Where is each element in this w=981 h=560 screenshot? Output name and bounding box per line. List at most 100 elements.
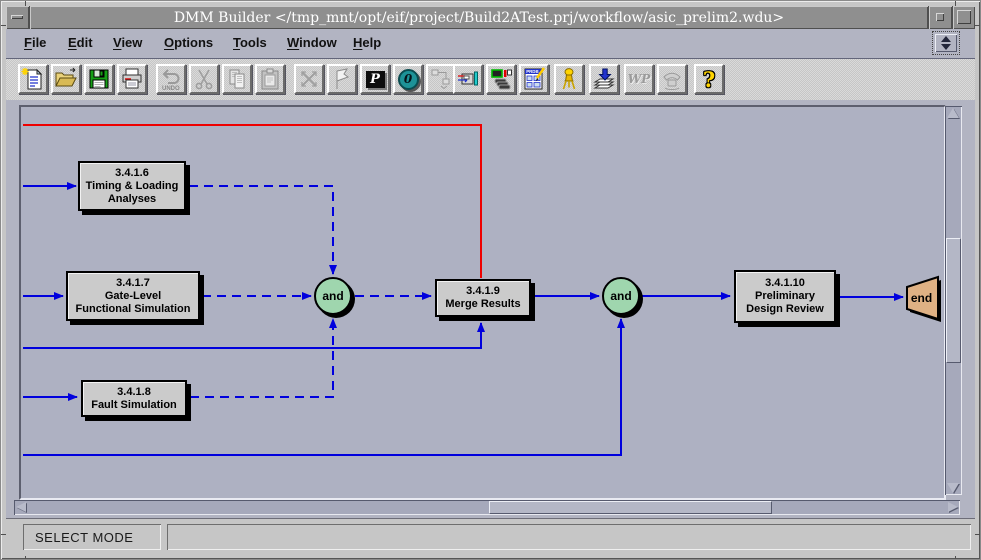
menu-edit[interactable]: Edit	[68, 35, 93, 50]
cut-button[interactable]	[189, 64, 219, 94]
titlebar: DMM Builder </tmp_mnt/opt/eif/project/Bu…	[6, 6, 975, 29]
scroll-right-arrow-icon[interactable]	[948, 502, 958, 512]
open-button[interactable]	[51, 64, 81, 94]
frame-notch	[975, 25, 980, 26]
task-label: Gate-Level	[105, 290, 161, 303]
arrow-down-icon	[941, 44, 951, 50]
copy-button[interactable]	[222, 64, 252, 94]
menubar: File Edit View Options Tools Window Help	[6, 29, 975, 59]
scroll-left-arrow-icon[interactable]	[16, 502, 26, 512]
menu-file[interactable]: File	[24, 35, 46, 50]
and-junction-1[interactable]: and	[314, 277, 352, 315]
task-node-3417[interactable]: 3.4.1.7 Gate-Level Functional Simulation	[66, 271, 200, 321]
svg-text:UNDO: UNDO	[162, 86, 180, 91]
svg-text:PRDB: PRDB	[526, 69, 538, 74]
and-junction-2[interactable]: and	[602, 277, 640, 315]
pointer-tool-button[interactable]	[327, 64, 357, 94]
maximize-icon	[957, 10, 971, 24]
copy-icon	[225, 67, 249, 91]
operation-o-icon: 0	[398, 69, 419, 90]
and-label: and	[610, 289, 631, 303]
horizontal-scroll-thumb[interactable]	[489, 501, 772, 514]
task-node-3416[interactable]: 3.4.1.6 Timing & Loading Analyses	[78, 161, 186, 211]
window-title: DMM Builder </tmp_mnt/opt/eif/project/Bu…	[30, 6, 928, 29]
dashed-timing-to-and1[interactable]	[189, 186, 333, 274]
open-folder-icon	[54, 67, 78, 91]
undo-button[interactable]: UNDO	[156, 64, 186, 94]
import-button[interactable]	[589, 64, 619, 94]
task-id: 3.4.1.7	[116, 277, 150, 290]
toolbar: UNDO P 0	[6, 59, 975, 101]
frame-notch	[955, 1, 956, 6]
save-button[interactable]	[84, 64, 114, 94]
help-button[interactable]: ?	[694, 64, 724, 94]
main-area: 3.4.1.6 Timing & Loading Analyses 3.4.1.…	[6, 100, 975, 519]
import-stack-icon	[592, 67, 616, 91]
window-menu-icon	[11, 15, 23, 19]
prdb-button[interactable]: PRDB	[519, 64, 549, 94]
operation-button[interactable]: 0	[393, 64, 423, 94]
task-label: Merge Results	[445, 298, 520, 311]
task-label: Design Review	[746, 303, 824, 316]
mode-text: SELECT MODE	[35, 530, 133, 545]
task-id: 3.4.1.9	[466, 285, 500, 298]
end-node-label[interactable]: end	[905, 286, 938, 310]
object-stack-button[interactable]	[486, 64, 516, 94]
task-label: Preliminary	[755, 290, 815, 303]
maximize-button[interactable]	[953, 6, 975, 29]
pushpin-button[interactable]	[554, 64, 584, 94]
menu-view[interactable]: View	[113, 35, 142, 50]
window-menu-button[interactable]	[6, 6, 29, 29]
task-id: 3.4.1.6	[115, 167, 149, 180]
new-document-icon	[21, 67, 45, 91]
object-stack-icon	[489, 67, 513, 91]
menu-tools[interactable]: Tools	[233, 35, 267, 50]
and-label: and	[322, 289, 343, 303]
phone-button[interactable]	[657, 64, 687, 94]
pane-sash-button[interactable]	[935, 34, 957, 52]
scroll-up-arrow-icon[interactable]	[947, 108, 959, 118]
workflow-canvas[interactable]: 3.4.1.6 Timing & Loading Analyses 3.4.1.…	[19, 105, 946, 500]
menu-window[interactable]: Window	[287, 35, 337, 50]
workflow-properties-icon	[456, 67, 480, 91]
flag-pointer-icon	[330, 67, 354, 91]
task-id: 3.4.1.10	[765, 277, 805, 290]
connector-button[interactable]	[426, 64, 456, 94]
task-label: Analyses	[108, 193, 156, 206]
menu-options[interactable]: Options	[164, 35, 213, 50]
print-button[interactable]	[117, 64, 147, 94]
task-label: Functional Simulation	[76, 303, 191, 316]
horizontal-scrollbar[interactable]	[14, 500, 960, 515]
connector-icon	[429, 67, 453, 91]
scroll-down-arrow-icon[interactable]	[947, 483, 959, 493]
frame-notch	[25, 1, 26, 6]
prdb-form-icon: PRDB	[522, 67, 546, 91]
save-floppy-icon	[87, 67, 111, 91]
dashed-fault-to-and1[interactable]	[190, 319, 333, 397]
delete-button[interactable]	[294, 64, 324, 94]
task-label: Timing & Loading	[86, 180, 179, 193]
new-button[interactable]	[18, 64, 48, 94]
frame-notch	[1, 25, 6, 26]
help-icon: ?	[703, 67, 715, 92]
mode-indicator: SELECT MODE	[23, 524, 161, 550]
task-node-34110[interactable]: 3.4.1.10 Preliminary Design Review	[734, 270, 836, 323]
word-processor-button[interactable]: WP	[624, 64, 654, 94]
frame-notch	[975, 534, 980, 535]
vertical-scrollbar[interactable]	[945, 106, 962, 495]
pushpin-icon	[557, 67, 581, 91]
phone-icon	[660, 67, 684, 91]
arrow-up-icon	[941, 36, 951, 42]
process-button[interactable]: P	[360, 64, 390, 94]
paste-button[interactable]	[255, 64, 285, 94]
workflow-properties-button[interactable]	[453, 64, 483, 94]
task-node-3418[interactable]: 3.4.1.8 Fault Simulation	[81, 380, 187, 417]
line-into-merge-bottom[interactable]	[23, 323, 481, 348]
vertical-scroll-thumb[interactable]	[946, 238, 961, 363]
task-label: Fault Simulation	[91, 399, 177, 412]
minimize-button[interactable]	[929, 6, 952, 29]
menu-help[interactable]: Help	[353, 35, 381, 50]
process-p-icon: P	[366, 71, 385, 88]
task-node-3419[interactable]: 3.4.1.9 Merge Results	[435, 279, 531, 317]
crossed-arrows-icon	[297, 67, 321, 91]
